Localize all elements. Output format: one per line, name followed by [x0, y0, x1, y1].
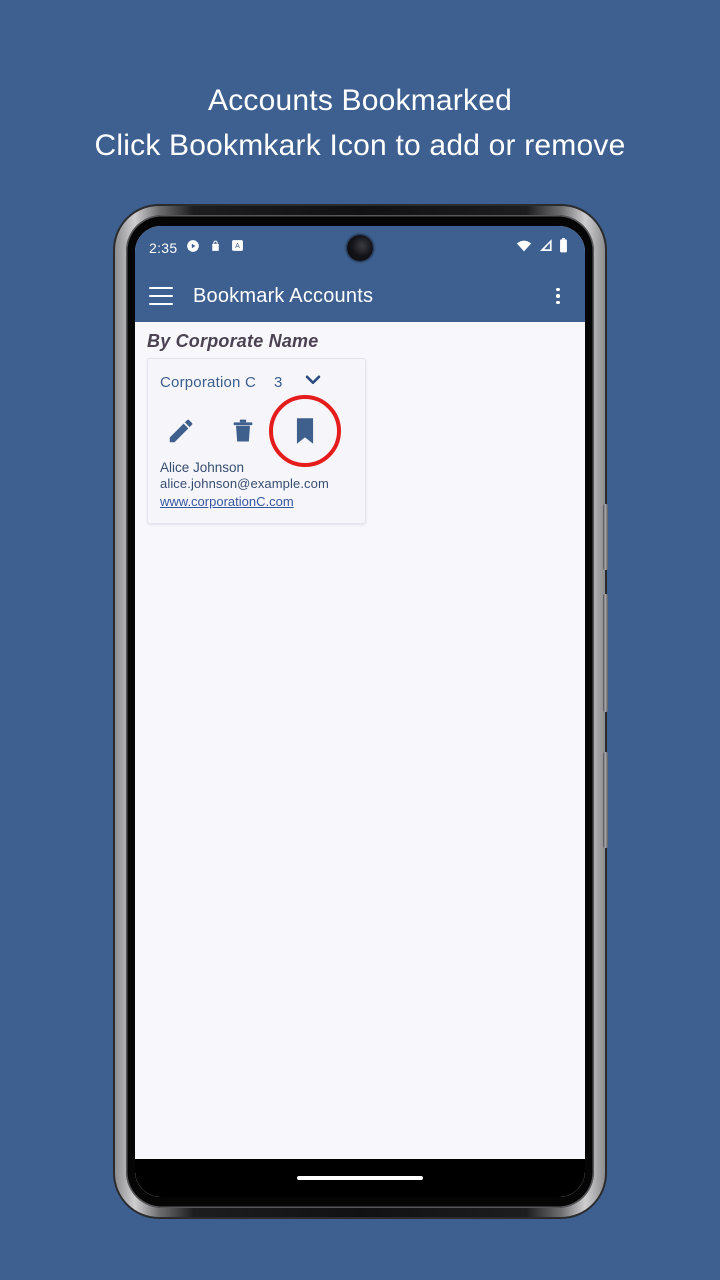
card-header[interactable]: Corporation C 3 [160, 369, 353, 396]
promo-heading: Accounts Bookmarked Click Bookmkark Icon… [0, 78, 720, 168]
bookmark-button[interactable] [269, 395, 341, 467]
account-card[interactable]: Corporation C 3 Alice Johnson alice.john… [147, 358, 366, 524]
phone-frame: 2:35 A Bookmark Accounts By Corporate Na… [113, 204, 608, 1219]
status-bar-right-group [516, 238, 568, 258]
battery-icon [559, 238, 568, 258]
status-bar: 2:35 A [135, 226, 585, 270]
cellular-signal-icon [538, 239, 553, 257]
corporate-name-label: Corporation C [160, 374, 256, 391]
system-navigation-bar [135, 1159, 585, 1197]
content-area: By Corporate Name Corporation C 3 Alice … [135, 322, 585, 1197]
app-bar: Bookmark Accounts [135, 270, 585, 322]
chevron-down-icon[interactable] [302, 369, 324, 396]
front-camera-punch-hole [347, 235, 373, 261]
card-action-row [163, 395, 353, 467]
play-circle-icon [186, 239, 200, 258]
contact-website-link[interactable]: www.corporationC.com [160, 494, 294, 509]
phone-screen: 2:35 A Bookmark Accounts By Corporate Na… [135, 226, 585, 1197]
promo-heading-line-1: Accounts Bookmarked [208, 84, 512, 117]
page-title: Bookmark Accounts [193, 284, 374, 307]
status-bar-left-group: 2:35 A [149, 239, 244, 258]
volume-rocker-button[interactable] [603, 594, 608, 712]
section-title: By Corporate Name [147, 331, 319, 351]
contact-name: Alice Johnson [160, 460, 245, 475]
wifi-icon [516, 239, 532, 257]
delete-icon[interactable] [225, 413, 261, 449]
promo-heading-line-2: Click Bookmkark Icon to add or remove [94, 129, 626, 162]
home-gesture-pill[interactable] [297, 1176, 423, 1180]
side-button-lower[interactable] [603, 752, 608, 848]
power-button[interactable] [603, 504, 608, 570]
hamburger-menu-icon[interactable] [149, 287, 173, 305]
shopping-bag-icon [209, 239, 222, 258]
status-bar-clock: 2:35 [149, 240, 178, 256]
svg-text:A: A [236, 243, 241, 250]
account-count-badge: 3 [273, 374, 283, 391]
letter-a-icon: A [231, 239, 244, 257]
bookmark-icon [296, 418, 314, 444]
contact-email: alice.johnson@example.com [160, 476, 329, 491]
kebab-menu-icon[interactable] [547, 285, 569, 307]
edit-icon[interactable] [163, 413, 199, 449]
